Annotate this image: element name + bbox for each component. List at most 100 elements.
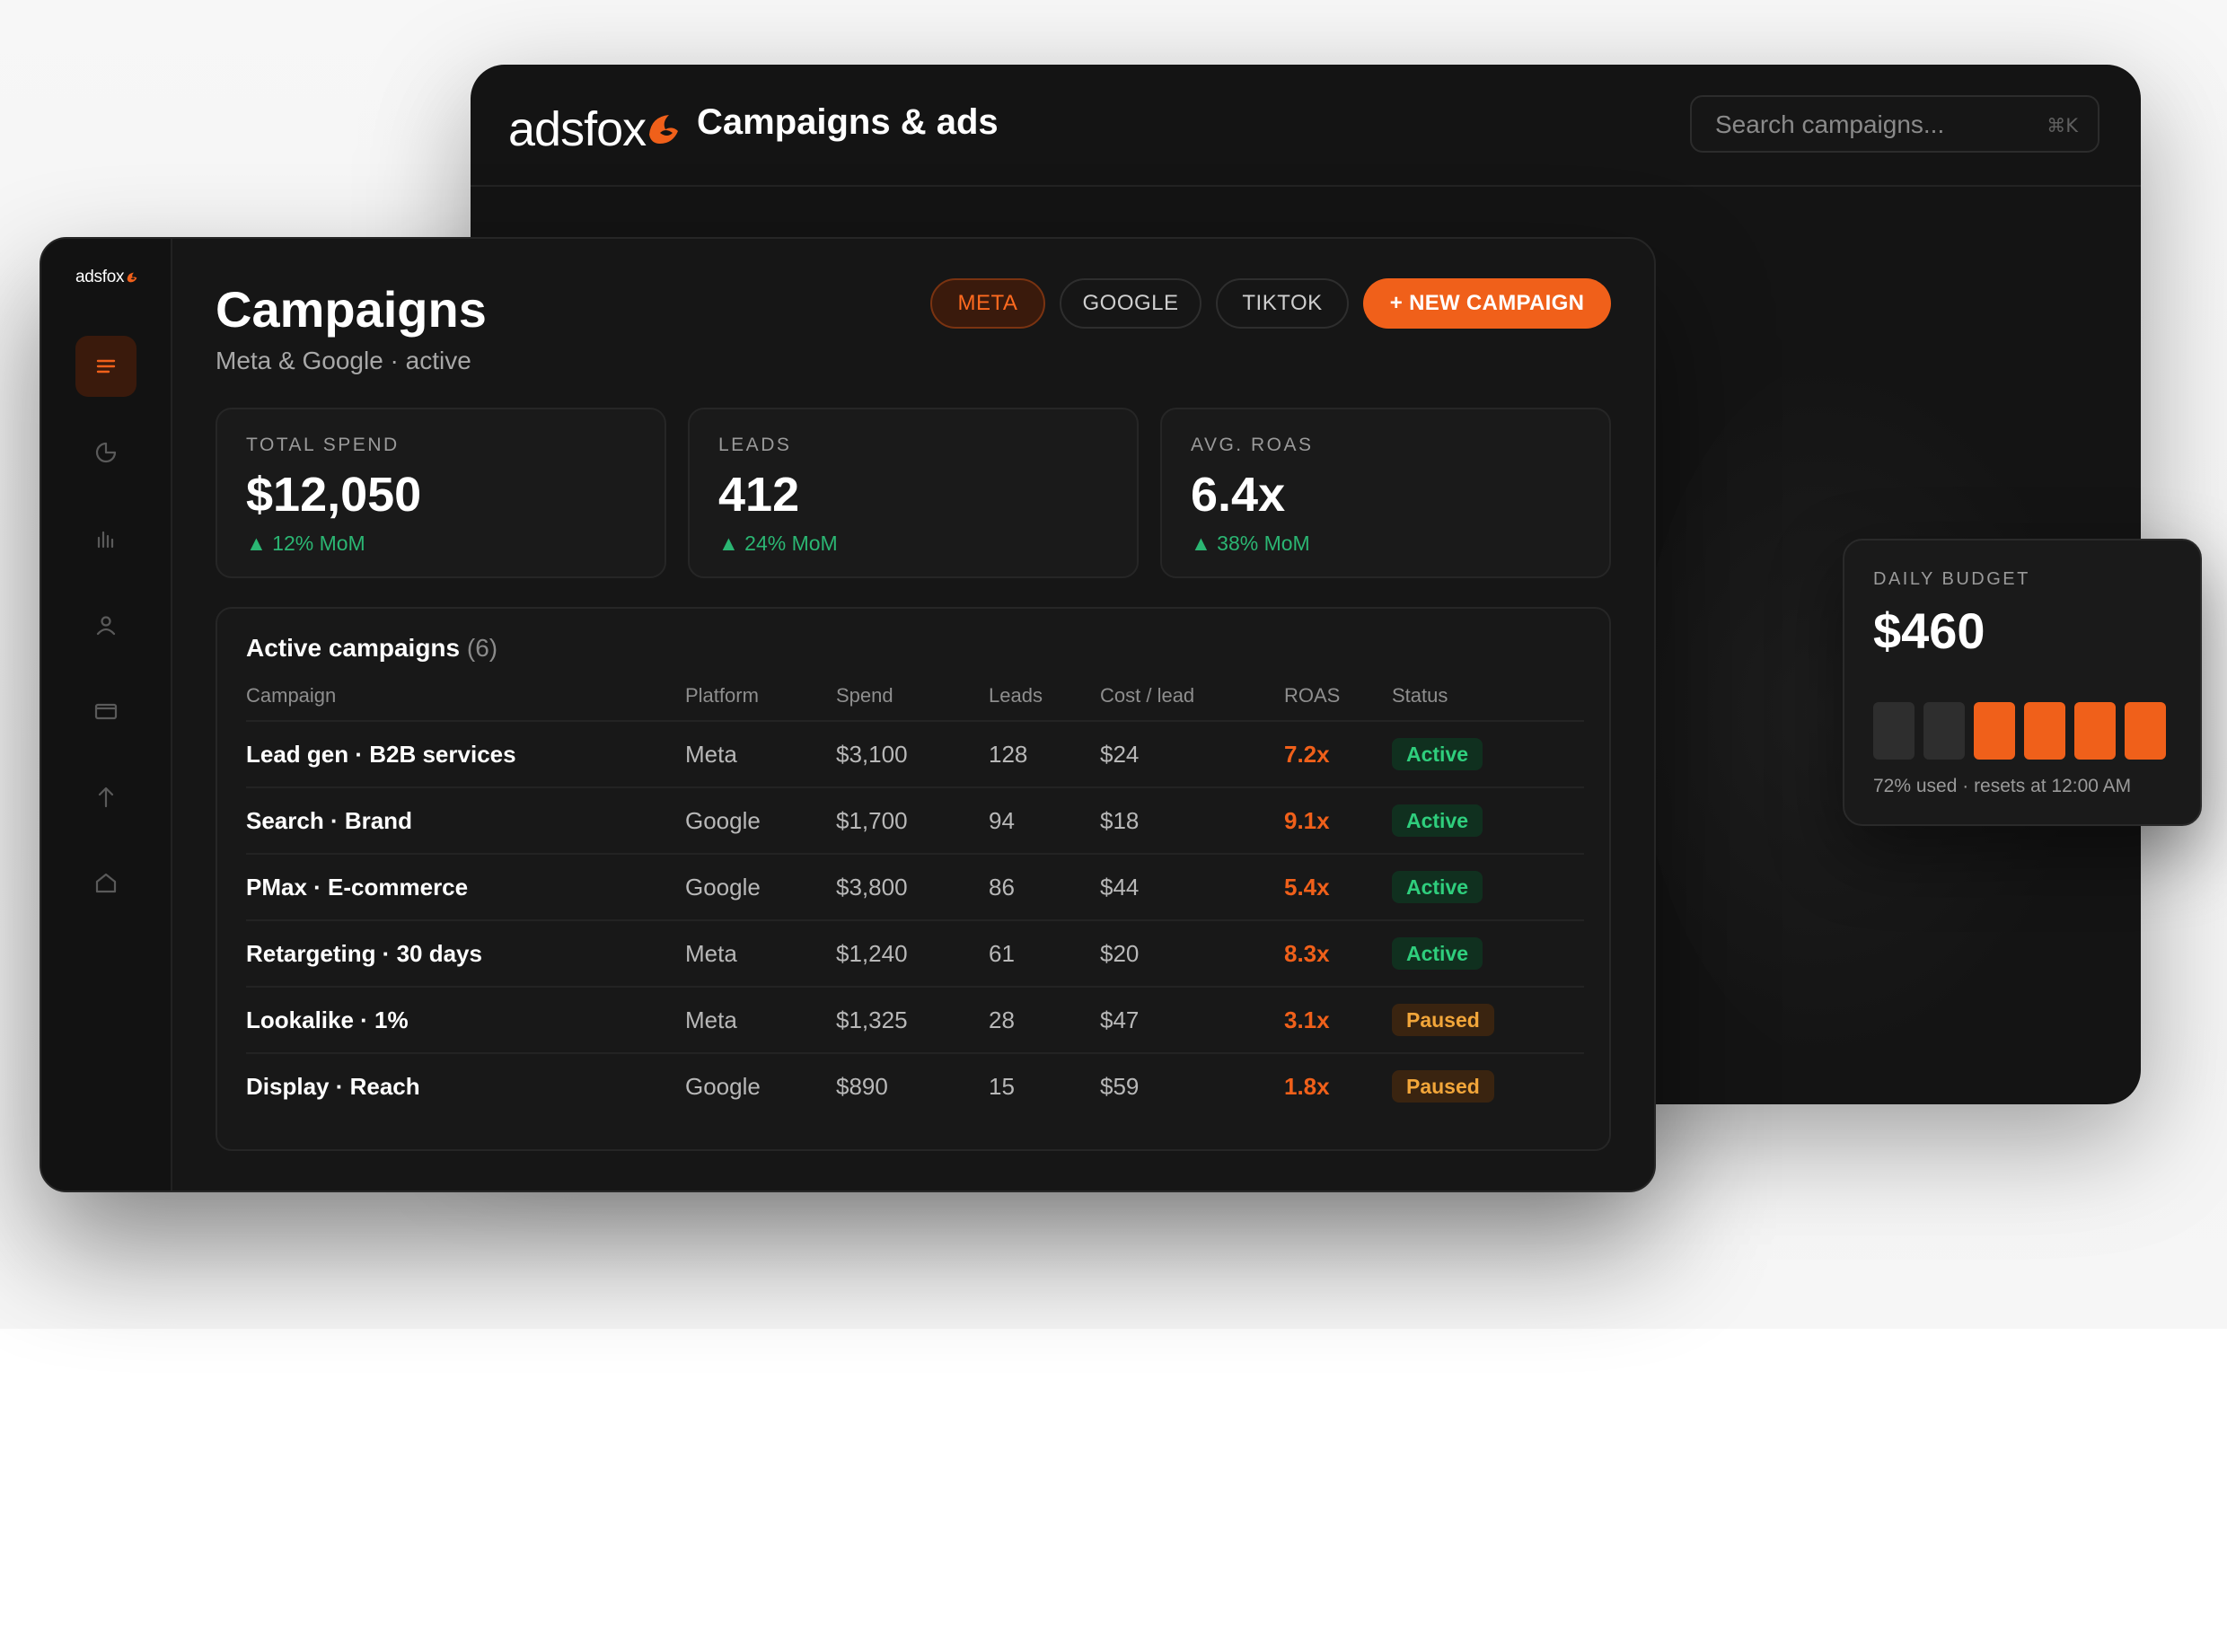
window-title: Campaigns & ads bbox=[697, 102, 999, 142]
column-header-platform[interactable]: Platform bbox=[685, 684, 759, 707]
sidebar-item-campaigns[interactable] bbox=[75, 336, 136, 397]
table-row[interactable]: Retargeting · 30 days Meta $1,240 61 $20 8.3x… bbox=[246, 919, 1584, 988]
cell-leads: 86 bbox=[989, 874, 1015, 901]
status-badge: Paused bbox=[1392, 1070, 1494, 1103]
search-input[interactable]: Search campaigns... ⌘K bbox=[1690, 95, 2099, 153]
stat-value: 412 bbox=[718, 468, 800, 522]
cell-leads: 15 bbox=[989, 1073, 1015, 1100]
cell-spend: $3,100 bbox=[836, 741, 908, 768]
status-badge: Active bbox=[1392, 871, 1483, 903]
stat-card-avg-roas: AVG. ROAS 6.4x ▲ 38% MoM bbox=[1160, 408, 1611, 578]
budget-segment bbox=[2024, 702, 2065, 760]
cell-campaign[interactable]: Display · Reach bbox=[246, 1073, 420, 1101]
cell-platform: Google bbox=[685, 874, 761, 901]
bar-chart-icon bbox=[97, 531, 114, 549]
column-header-status[interactable]: Status bbox=[1392, 684, 1448, 707]
cell-cost-per-lead: $20 bbox=[1100, 940, 1140, 967]
cell-cost-per-lead: $24 bbox=[1100, 741, 1140, 768]
column-header-cost-per-lead[interactable]: Cost / lead bbox=[1100, 684, 1194, 707]
cell-roas: 5.4x bbox=[1284, 874, 1330, 901]
fox-logo-icon bbox=[127, 272, 137, 283]
user-icon bbox=[96, 616, 116, 636]
stat-label: TOTAL SPEND bbox=[246, 435, 400, 455]
stat-value: $12,050 bbox=[246, 468, 422, 522]
sidebar-item-home[interactable] bbox=[75, 853, 136, 914]
stat-delta: ▲ 38% MoM bbox=[1191, 532, 1310, 555]
cell-roas: 7.2x bbox=[1284, 741, 1330, 768]
status-badge: Active bbox=[1392, 738, 1483, 770]
stat-delta: ▲ 24% MoM bbox=[718, 532, 838, 555]
cell-campaign[interactable]: Retargeting · 30 days bbox=[246, 940, 482, 968]
upload-arrow-icon bbox=[98, 786, 114, 808]
status-badge: Paused bbox=[1392, 1004, 1494, 1036]
daily-budget-card: DAILY BUDGET $460 72% used · resets at 1… bbox=[1843, 539, 2202, 826]
cell-spend: $1,325 bbox=[836, 1006, 908, 1033]
cell-roas: 1.8x bbox=[1284, 1073, 1330, 1100]
table-row[interactable]: Display · Reach Google $890 15 $59 1.8x Paused bbox=[246, 1052, 1584, 1120]
budget-label: DAILY BUDGET bbox=[1873, 569, 2030, 589]
search-placeholder: Search campaigns... bbox=[1715, 110, 1945, 138]
sidebar-item-reports[interactable] bbox=[75, 422, 136, 483]
pie-chart-icon bbox=[95, 442, 117, 463]
cell-campaign[interactable]: Search · Brand bbox=[246, 807, 412, 835]
card-icon bbox=[94, 703, 118, 720]
list-icon bbox=[96, 359, 116, 373]
cell-spend: $890 bbox=[836, 1073, 888, 1100]
cell-platform: Google bbox=[685, 807, 761, 834]
budget-segment bbox=[2125, 702, 2166, 760]
brand-logo[interactable]: adsfox bbox=[508, 101, 685, 158]
column-header-campaign[interactable]: Campaign bbox=[246, 684, 336, 707]
cell-campaign[interactable]: PMax · E-commerce bbox=[246, 874, 468, 901]
logo-wordmark-small: adsfox bbox=[75, 268, 125, 286]
column-header-leads[interactable]: Leads bbox=[989, 684, 1043, 707]
campaigns-window: adsfox Campaigns Meta & Google · active … bbox=[40, 237, 1656, 1192]
sidebar-item-billing[interactable] bbox=[75, 681, 136, 742]
budget-segment bbox=[1873, 702, 1915, 760]
filter-google-button[interactable]: GOOGLE bbox=[1060, 278, 1202, 329]
main-content: Campaigns Meta & Google · active META GO… bbox=[171, 239, 1654, 1191]
app-header: adsfox Campaigns & ads Search campaigns.… bbox=[471, 65, 2141, 187]
cell-spend: $1,700 bbox=[836, 807, 908, 834]
stat-card-leads: LEADS 412 ▲ 24% MoM bbox=[688, 408, 1139, 578]
campaigns-table: Active campaigns (6) Campaign Platform S… bbox=[216, 607, 1611, 1151]
budget-segment bbox=[1923, 702, 1965, 760]
cell-platform: Meta bbox=[685, 1006, 737, 1033]
filter-tiktok-button[interactable]: TIKTOK bbox=[1216, 278, 1349, 329]
trend-up-icon: ▲ bbox=[246, 532, 267, 555]
table-row[interactable]: Lookalike · 1% Meta $1,325 28 $47 3.1x Paused bbox=[246, 986, 1584, 1054]
stat-card-total-spend: TOTAL SPEND $12,050 ▲ 12% MoM bbox=[216, 408, 666, 578]
sidebar-item-audience[interactable] bbox=[75, 594, 136, 655]
sidebar-item-export[interactable] bbox=[75, 767, 136, 828]
stat-label: LEADS bbox=[718, 435, 792, 455]
stat-label: AVG. ROAS bbox=[1191, 435, 1314, 455]
table-row[interactable]: Lead gen · B2B services Meta $3,100 128 $24 7… bbox=[246, 720, 1584, 788]
filter-meta-button[interactable]: META bbox=[930, 278, 1045, 329]
fox-logo-icon bbox=[649, 115, 679, 144]
stat-value: 6.4x bbox=[1191, 468, 1286, 522]
cell-roas: 3.1x bbox=[1284, 1006, 1330, 1033]
column-header-roas[interactable]: ROAS bbox=[1284, 684, 1340, 707]
trend-up-icon: ▲ bbox=[1191, 532, 1211, 555]
cell-spend: $1,240 bbox=[836, 940, 908, 967]
sidebar-logo[interactable]: adsfox bbox=[75, 268, 139, 287]
search-shortcut: ⌘K bbox=[2047, 115, 2078, 136]
cell-campaign[interactable]: Lead gen · B2B services bbox=[246, 741, 516, 769]
page-subtitle: Meta & Google · active bbox=[216, 347, 471, 374]
new-campaign-button[interactable]: + NEW CAMPAIGN bbox=[1363, 278, 1611, 329]
cell-platform: Google bbox=[685, 1073, 761, 1100]
cell-campaign[interactable]: Lookalike · 1% bbox=[246, 1006, 409, 1034]
cell-cost-per-lead: $59 bbox=[1100, 1073, 1140, 1100]
column-header-spend[interactable]: Spend bbox=[836, 684, 893, 707]
budget-note: 72% used · resets at 12:00 AM bbox=[1873, 776, 2132, 796]
table-row[interactable]: PMax · E-commerce Google $3,800 86 $44 5.4x Ac… bbox=[246, 853, 1584, 921]
table-row[interactable]: Search · Brand Google $1,700 94 $18 9.1x Activ… bbox=[246, 786, 1584, 855]
sidebar: adsfox bbox=[41, 239, 172, 1191]
sidebar-item-analytics[interactable] bbox=[75, 508, 136, 569]
logo-wordmark: adsfox bbox=[508, 102, 647, 156]
cell-roas: 9.1x bbox=[1284, 807, 1330, 834]
cell-cost-per-lead: $47 bbox=[1100, 1006, 1140, 1033]
cell-leads: 128 bbox=[989, 741, 1028, 768]
cell-leads: 94 bbox=[989, 807, 1015, 834]
cell-roas: 8.3x bbox=[1284, 940, 1330, 967]
cell-platform: Meta bbox=[685, 741, 737, 768]
